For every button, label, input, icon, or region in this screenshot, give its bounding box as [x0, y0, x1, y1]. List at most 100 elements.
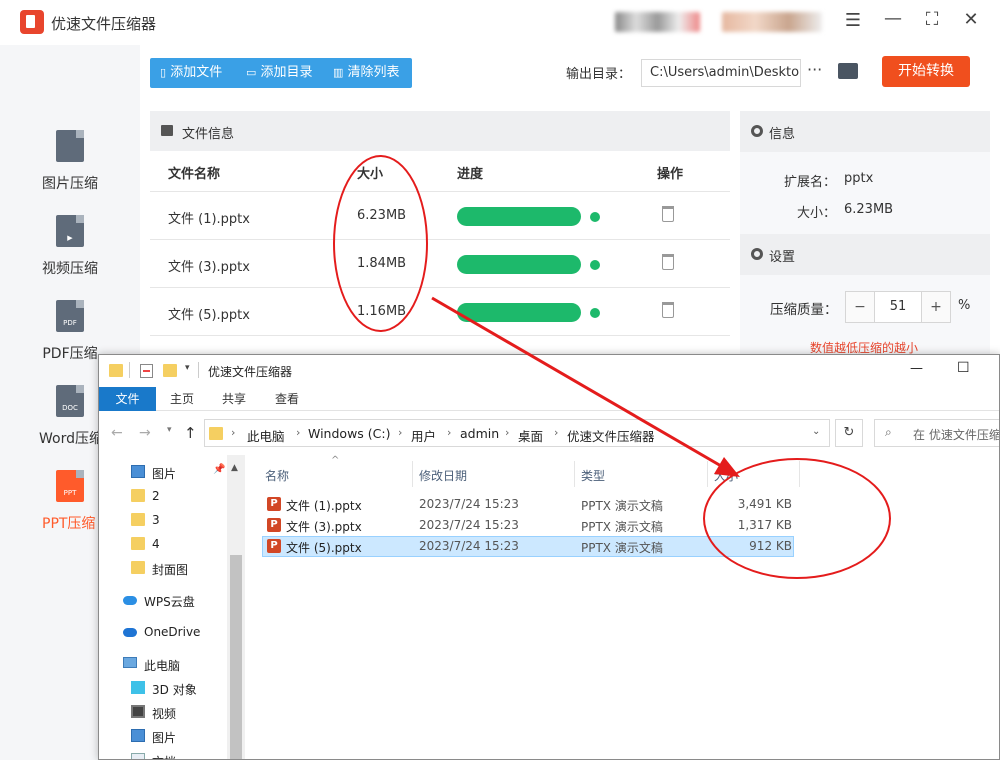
- output-dir-input[interactable]: C:\Users\admin\Deskto: [641, 59, 801, 87]
- percent-sign: %: [958, 298, 971, 313]
- sidebar-item-video[interactable]: ▶ 视频压缩: [0, 205, 140, 290]
- image-file-icon: [56, 130, 84, 162]
- file-name: 文件 (1).pptx: [168, 212, 250, 227]
- file-row[interactable]: 文件 (1).pptx 6.23MB: [150, 192, 730, 240]
- breadcrumb-item[interactable]: 此电脑: [247, 426, 285, 445]
- blurred-user-name: [722, 12, 822, 32]
- col-name-header[interactable]: 名称: [265, 467, 289, 484]
- quality-increase-button[interactable]: +: [921, 291, 951, 323]
- address-dropdown-icon[interactable]: ⌄: [812, 426, 820, 437]
- breadcrumb-item[interactable]: Windows (C:): [308, 426, 390, 441]
- delete-icon[interactable]: [662, 254, 674, 270]
- quality-input[interactable]: 51: [875, 291, 921, 323]
- ribbon-tab-view[interactable]: 查看: [275, 390, 299, 407]
- file-name: 文件 (5).pptx: [286, 541, 362, 555]
- start-convert-button[interactable]: 开始转换: [882, 56, 970, 87]
- nav-scrollbar-thumb[interactable]: [230, 555, 242, 759]
- info-body: 扩展名： pptx 大小： 6.23MB: [740, 152, 990, 234]
- folder-icon: ▭: [246, 66, 257, 79]
- quality-decrease-button[interactable]: −: [845, 291, 875, 323]
- documents-icon: [131, 753, 145, 759]
- add-file-button[interactable]: ▯ 添加文件: [160, 58, 222, 88]
- ribbon-tab-home[interactable]: 主页: [170, 390, 194, 407]
- file-date: 2023/7/24 15:23: [419, 539, 519, 553]
- up-icon[interactable]: ↑: [184, 424, 197, 442]
- title-divider: [129, 362, 130, 378]
- column-divider[interactable]: [574, 461, 575, 487]
- progress-bar: [457, 207, 581, 226]
- wps-cloud-icon: [123, 596, 137, 605]
- breadcrumb-separator: ›: [296, 426, 301, 439]
- column-divider[interactable]: [412, 461, 413, 487]
- browse-more-button[interactable]: ···: [807, 60, 822, 79]
- explorer-minimize-icon[interactable]: —: [910, 361, 923, 376]
- forward-icon[interactable]: →: [139, 425, 151, 441]
- annotation-ellipse-app-sizes: [333, 155, 428, 332]
- explorer-maximize-icon[interactable]: ☐: [957, 360, 970, 376]
- gear-icon: [751, 125, 763, 137]
- pptx-file-icon: P: [267, 518, 281, 532]
- file-date: 2023/7/24 15:23: [419, 497, 519, 511]
- pictures-icon: [131, 465, 145, 478]
- open-folder-icon[interactable]: [838, 63, 858, 79]
- nav-label: 3: [152, 513, 160, 527]
- file-type: PPTX 演示文稿: [581, 541, 663, 555]
- file-row[interactable]: 文件 (5).pptx 1.16MB: [150, 288, 730, 336]
- search-placeholder: 在 优速文件压缩器: [913, 428, 1000, 442]
- maximize-icon[interactable]: ⛶: [920, 9, 944, 30]
- close-icon[interactable]: ✕: [959, 9, 983, 30]
- app-title: 优速文件压缩器: [51, 15, 157, 33]
- folder-icon: [131, 561, 145, 574]
- col-date-header[interactable]: 修改日期: [419, 467, 467, 484]
- breadcrumb-item[interactable]: admin: [460, 426, 499, 441]
- settings-title: 设置: [769, 250, 796, 265]
- add-dir-button[interactable]: ▭ 添加目录: [246, 58, 313, 88]
- videos-icon: [131, 705, 145, 718]
- breadcrumb-item[interactable]: 用户: [411, 426, 436, 445]
- search-input[interactable]: ⌕ 在 优速文件压缩器: [874, 419, 1000, 447]
- sidebar-item-label: 视频压缩: [42, 261, 98, 277]
- clear-list-button[interactable]: ▥ 清除列表: [333, 58, 400, 88]
- search-icon: ⌕: [885, 425, 892, 439]
- explorer-ribbon: 文件 主页 共享 查看: [99, 387, 999, 411]
- history-dropdown-icon[interactable]: ▾: [167, 425, 172, 435]
- nav-label: 图片: [152, 731, 177, 745]
- nav-label: 视频: [152, 707, 177, 721]
- new-folder-icon[interactable]: [163, 364, 177, 377]
- delete-icon[interactable]: [662, 206, 674, 222]
- breadcrumb-separator: ›: [447, 426, 452, 439]
- blurred-user-info: [615, 12, 700, 32]
- nav-label: 文档: [152, 753, 176, 759]
- breadcrumb-item[interactable]: 优速文件压缩器: [567, 426, 655, 445]
- 3d-objects-icon: [131, 681, 145, 694]
- title-divider: [198, 362, 199, 378]
- settings-body: 压缩质量： − 51 + % 数值越低压缩的越小: [740, 275, 990, 360]
- column-divider[interactable]: [707, 461, 708, 487]
- image-icon: [161, 125, 173, 136]
- col-action-header: 操作: [657, 167, 684, 182]
- refresh-icon[interactable]: ↻: [835, 419, 863, 447]
- info-header: 信息: [740, 111, 990, 152]
- minimize-icon[interactable]: —: [881, 8, 905, 29]
- folder-icon: [131, 513, 145, 526]
- nav-label: 2: [152, 489, 160, 503]
- app-logo-icon: [20, 10, 44, 34]
- check-icon: [590, 260, 600, 270]
- file-name: 文件 (1).pptx: [286, 499, 362, 513]
- file-row[interactable]: 文件 (3).pptx 1.84MB: [150, 240, 730, 288]
- nav-label: WPS云盘: [144, 595, 195, 609]
- quick-access-dropdown-icon[interactable]: ▾: [185, 363, 190, 373]
- menu-icon[interactable]: ☰: [841, 10, 865, 31]
- back-icon[interactable]: ←: [111, 425, 123, 441]
- scroll-up-icon[interactable]: ▲: [231, 463, 238, 473]
- breadcrumb-item[interactable]: 桌面: [518, 426, 543, 445]
- sidebar-item-image[interactable]: 图片压缩: [0, 120, 140, 205]
- ribbon-tab-file[interactable]: 文件: [99, 387, 156, 411]
- nav-label: 图片: [152, 467, 177, 481]
- address-bar[interactable]: › 此电脑 › Windows (C:) › 用户 › admin › 桌面 ›…: [204, 419, 830, 447]
- properties-icon[interactable]: [140, 364, 153, 378]
- col-type-header[interactable]: 类型: [581, 467, 605, 484]
- pictures-icon: [131, 729, 145, 742]
- ribbon-tab-share[interactable]: 共享: [222, 390, 246, 407]
- delete-icon[interactable]: [662, 302, 674, 318]
